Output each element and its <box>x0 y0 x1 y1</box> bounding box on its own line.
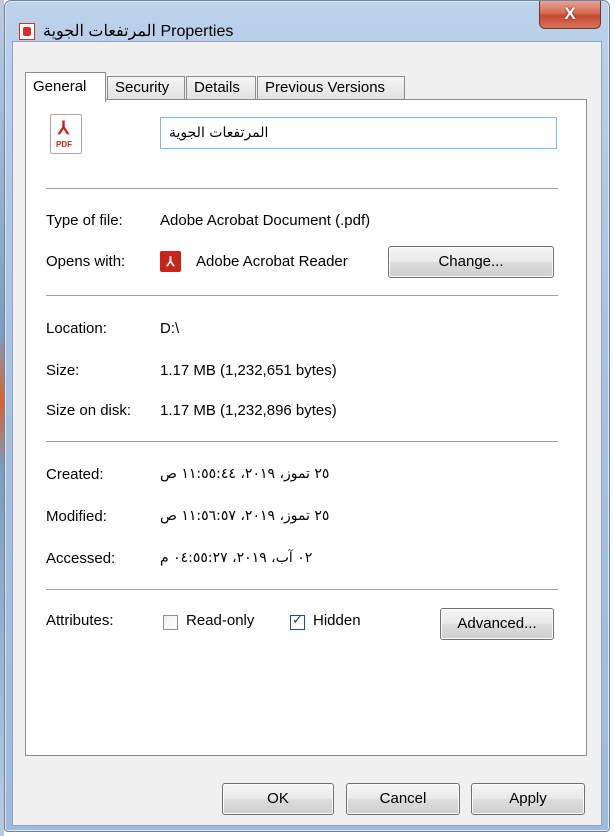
advanced-button[interactable]: Advanced... <box>440 608 554 640</box>
separator <box>46 589 558 591</box>
tab-security[interactable]: Security <box>107 76 185 100</box>
acrobat-reader-icon: ⅄ <box>160 251 181 272</box>
close-button[interactable]: X <box>539 1 601 29</box>
file-name-field[interactable]: المرتفعات الجوية <box>160 117 557 149</box>
hidden-checkbox[interactable] <box>290 613 305 630</box>
separator <box>46 295 558 297</box>
hidden-label[interactable]: Hidden <box>313 612 361 629</box>
modified-value: ٢٥ تموز، ٢٠١٩، ١١:٥٦:٥٧ ص <box>160 508 330 524</box>
type-of-file-label: Type of file: <box>46 212 123 229</box>
dialog-client-area: General Security Details Previous Versio… <box>12 41 602 826</box>
modified-label: Modified: <box>46 508 107 525</box>
general-tab-panel: ⅄ PDF المرتفعات الجوية Type of file: Ado… <box>25 99 587 756</box>
opens-with-value: Adobe Acrobat Reader <box>196 253 348 270</box>
created-label: Created: <box>46 466 104 483</box>
change-button[interactable]: Change... <box>388 246 554 278</box>
accessed-value: ٠٢ آب، ٢٠١٩، ٠٤:٥٥:٢٧ م <box>160 550 313 566</box>
size-label: Size: <box>46 362 80 379</box>
location-value: D:\ <box>160 320 180 337</box>
read-only-label[interactable]: Read-only <box>186 612 254 629</box>
separator <box>46 441 558 443</box>
location-label: Location: <box>46 320 107 337</box>
type-of-file-value: Adobe Acrobat Document (.pdf) <box>160 212 371 229</box>
cancel-button[interactable]: Cancel <box>346 783 460 815</box>
pdf-title-icon <box>19 23 35 40</box>
created-value: ٢٥ تموز، ٢٠١٩، ١١:٥٥:٤٤ ص <box>160 466 330 482</box>
properties-dialog: المرتفعات الجوية Properties X General Se… <box>4 0 610 832</box>
ok-button[interactable]: OK <box>222 783 334 815</box>
tab-general[interactable]: General <box>25 72 106 102</box>
window-title: المرتفعات الجوية Properties <box>43 23 234 40</box>
size-on-disk-value: 1.17 MB (1,232,896 bytes) <box>160 402 337 419</box>
size-value: 1.17 MB (1,232,651 bytes) <box>160 362 337 379</box>
opens-with-label: Opens with: <box>46 253 126 270</box>
separator <box>46 188 558 190</box>
apply-button[interactable]: Apply <box>471 783 585 815</box>
tab-details[interactable]: Details <box>186 76 256 100</box>
title-bar[interactable]: المرتفعات الجوية Properties X <box>5 1 609 41</box>
size-on-disk-label: Size on disk: <box>46 402 132 419</box>
attributes-label: Attributes: <box>46 612 114 629</box>
read-only-checkbox[interactable] <box>163 615 178 630</box>
pdf-file-icon: ⅄ PDF <box>50 114 82 154</box>
accessed-label: Accessed: <box>46 550 116 567</box>
tab-previous-versions[interactable]: Previous Versions <box>257 76 405 100</box>
